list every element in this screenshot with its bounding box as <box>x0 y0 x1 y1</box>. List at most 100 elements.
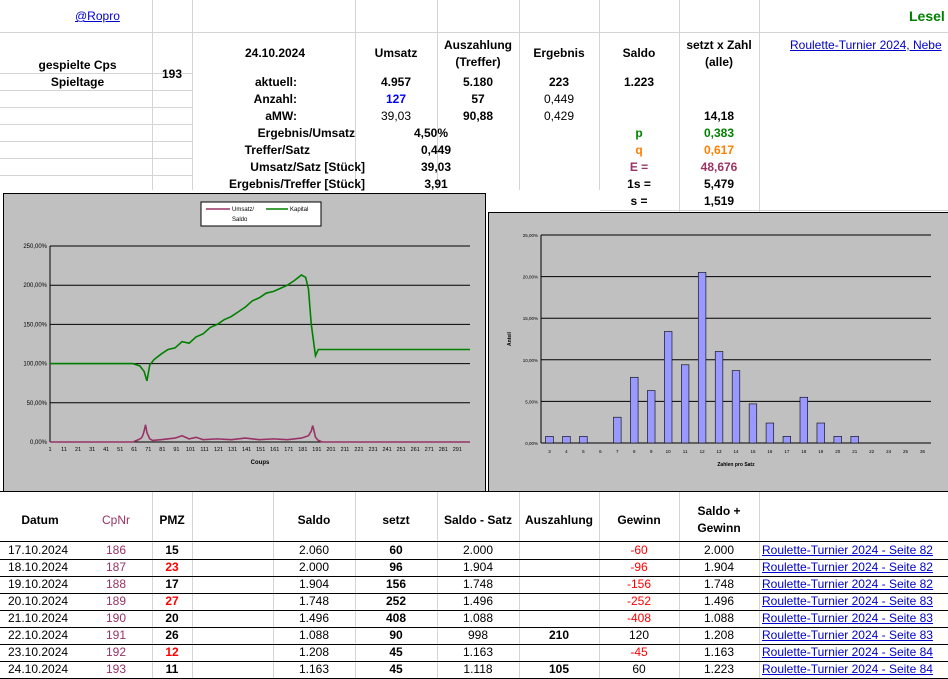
x-axis-title: Coups <box>251 460 270 466</box>
aktuell-ergebnis: 223 <box>548 75 570 89</box>
cell-cpnr: 193 <box>105 662 127 676</box>
x-tick-label: 11 <box>61 447 67 453</box>
y-tick-label: 200,00% <box>23 283 47 289</box>
th-saldo: Saldo <box>297 513 331 527</box>
played-value: 193 <box>161 67 183 81</box>
bar-10 <box>664 331 673 444</box>
aktuell-label: aktuell: <box>254 75 297 89</box>
y-tick-label: 0,00% <box>525 441 538 446</box>
col-auszahlung-1: Auszahlung <box>444 38 512 52</box>
cell-cpnr: 189 <box>105 594 127 608</box>
cell-datum: 20.10.2024 <box>8 594 69 608</box>
x-tick-label: 16 <box>767 449 773 454</box>
played-label-2: Spieltage <box>50 75 105 89</box>
cell-saldo: 1.163 <box>298 662 330 676</box>
kapital-line-chart[interactable]: 0,00% 50,00% 100,00% 150,00% 200,00% 250,00% 1… <box>3 193 486 492</box>
forum-page-link[interactable]: Roulette-Turnier 2024 - Seite 84 <box>762 645 933 659</box>
legend-box <box>200 201 322 227</box>
aktuell-saldo: 1.223 <box>623 75 655 89</box>
forum-page-link[interactable]: Roulette-Turnier 2024 - Seite 82 <box>762 543 933 557</box>
forum-page-link[interactable]: Roulette-Turnier 2024 - Seite 83 <box>762 594 933 608</box>
bar-4 <box>562 436 571 444</box>
y-tick-label: 50,00% <box>27 401 48 407</box>
cell-saldo: 1.904 <box>298 577 330 591</box>
line-chart-svg: 0,00% 50,00% 100,00% 150,00% 200,00% 250,00% 1… <box>23 201 470 466</box>
e-label: E = <box>629 160 649 174</box>
table-row: 23.10.2024 192 12 1.208 45 1.163 -45 1.163 Roule… <box>0 644 948 662</box>
cell-gewinn: -252 <box>626 594 652 608</box>
bar-13 <box>714 351 724 444</box>
y-tick-label: 10,00% <box>523 358 538 363</box>
bar-3 <box>545 436 554 444</box>
cell-cpnr: 186 <box>105 543 127 557</box>
x-tick-label: 20 <box>835 449 841 454</box>
forum-page-link[interactable]: Roulette-Turnier 2024 - Seite 84 <box>762 662 933 676</box>
x-tick-label: 191 <box>312 447 321 453</box>
cell-saldo-satz: 2.000 <box>462 543 494 557</box>
cell-gewinn: -45 <box>630 645 648 659</box>
bar-5 <box>579 436 588 444</box>
bar-19 <box>816 422 825 444</box>
y-axis-title: Anteil <box>507 331 513 346</box>
x-tick-label: 17 <box>784 449 790 454</box>
forum-page-link[interactable]: Roulette-Turnier 2024 - Seite 83 <box>762 628 933 642</box>
aktuell-umsatz: 4.957 <box>380 75 412 89</box>
q-label: q <box>635 143 643 157</box>
cell-datum: 17.10.2024 <box>8 543 69 557</box>
cell-setzt: 96 <box>389 560 403 574</box>
ergebnis-umsatz-label: Ergebnis/Umsatz <box>257 126 355 140</box>
cell-auszahlung: 105 <box>548 662 570 676</box>
bar-14 <box>731 370 741 444</box>
cell-pmz: 27 <box>165 594 179 608</box>
bar-11 <box>681 364 690 444</box>
forum-page-link[interactable]: Roulette-Turnier 2024 - Seite 83 <box>762 611 933 625</box>
zahlen-bar-chart[interactable]: 0,00% 5,00% 10,00% 15,00% 20,00% 25,00% 3 4 5 6 7 8… <box>488 212 948 492</box>
handle-link[interactable]: @Ropro <box>75 9 120 23</box>
cell-pmz: 15 <box>165 543 179 557</box>
cell-saldo: 1.208 <box>298 645 330 659</box>
x-tick-label: 51 <box>117 447 123 453</box>
x-tick-label: 91 <box>173 447 179 453</box>
y-tick-label: 5,00% <box>525 399 538 404</box>
amw-umsatz: 39,03 <box>380 109 412 123</box>
lesel-label: Lesel <box>909 8 945 24</box>
umsatz-satz-label: Umsatz/Satz [Stück] <box>250 160 365 174</box>
aktuell-auszahlung: 5.180 <box>462 75 494 89</box>
cell-setzt: 90 <box>389 628 403 642</box>
x-axis-title: Zahlen pro Satz <box>717 462 755 468</box>
x-tick-label: 13 <box>717 449 723 454</box>
table-row: 22.10.2024 191 26 1.088 90 998 210 120 1.208 Roul… <box>0 627 948 645</box>
x-tick-label: 21 <box>852 449 858 454</box>
cell-pmz: 23 <box>165 560 179 574</box>
cell-gewinn: -60 <box>630 543 648 557</box>
x-tick-label: 12 <box>700 449 706 454</box>
amw-setzt: 14,18 <box>703 109 735 123</box>
forum-page-link[interactable]: Roulette-Turnier 2024 - Seite 82 <box>762 560 933 574</box>
anzahl-auszahlung: 57 <box>471 92 485 106</box>
bar-8 <box>630 376 639 444</box>
y-tick-label: 25,00% <box>523 233 538 238</box>
cell-cpnr: 191 <box>105 628 127 642</box>
cell-setzt: 252 <box>385 594 407 608</box>
x-tick-label: 3 <box>548 449 551 454</box>
x-tick-label: 101 <box>186 447 195 453</box>
ergebnis-treffer-label: Ergebnis/Treffer [Stück] <box>228 177 365 191</box>
anzahl-umsatz: 127 <box>385 92 407 106</box>
legend-umsatz-label: Umsatz/ <box>232 207 254 213</box>
cell-saldo-satz: 998 <box>467 628 489 642</box>
x-tick-label: 61 <box>131 447 137 453</box>
bar-9 <box>647 390 656 444</box>
forum-page-link[interactable]: Roulette-Turnier 2024 - Seite 82 <box>762 577 933 591</box>
col-umsatz: Umsatz <box>374 46 418 60</box>
cell-setzt: 408 <box>385 611 407 625</box>
top-forum-link[interactable]: Roulette-Turnier 2024, Nebe <box>790 38 942 52</box>
bar-18 <box>799 396 808 444</box>
cell-saldo-gewinn: 1.208 <box>703 628 735 642</box>
cell-gewinn: -96 <box>630 560 648 574</box>
treffer-satz-label: Treffer/Satz <box>244 143 310 157</box>
cell-saldo: 1.748 <box>298 594 330 608</box>
x-tick-label: 231 <box>368 447 377 453</box>
x-tick-label: 4 <box>565 449 568 454</box>
cell-cpnr: 188 <box>105 577 127 591</box>
y-tick-label: 20,00% <box>523 275 538 280</box>
